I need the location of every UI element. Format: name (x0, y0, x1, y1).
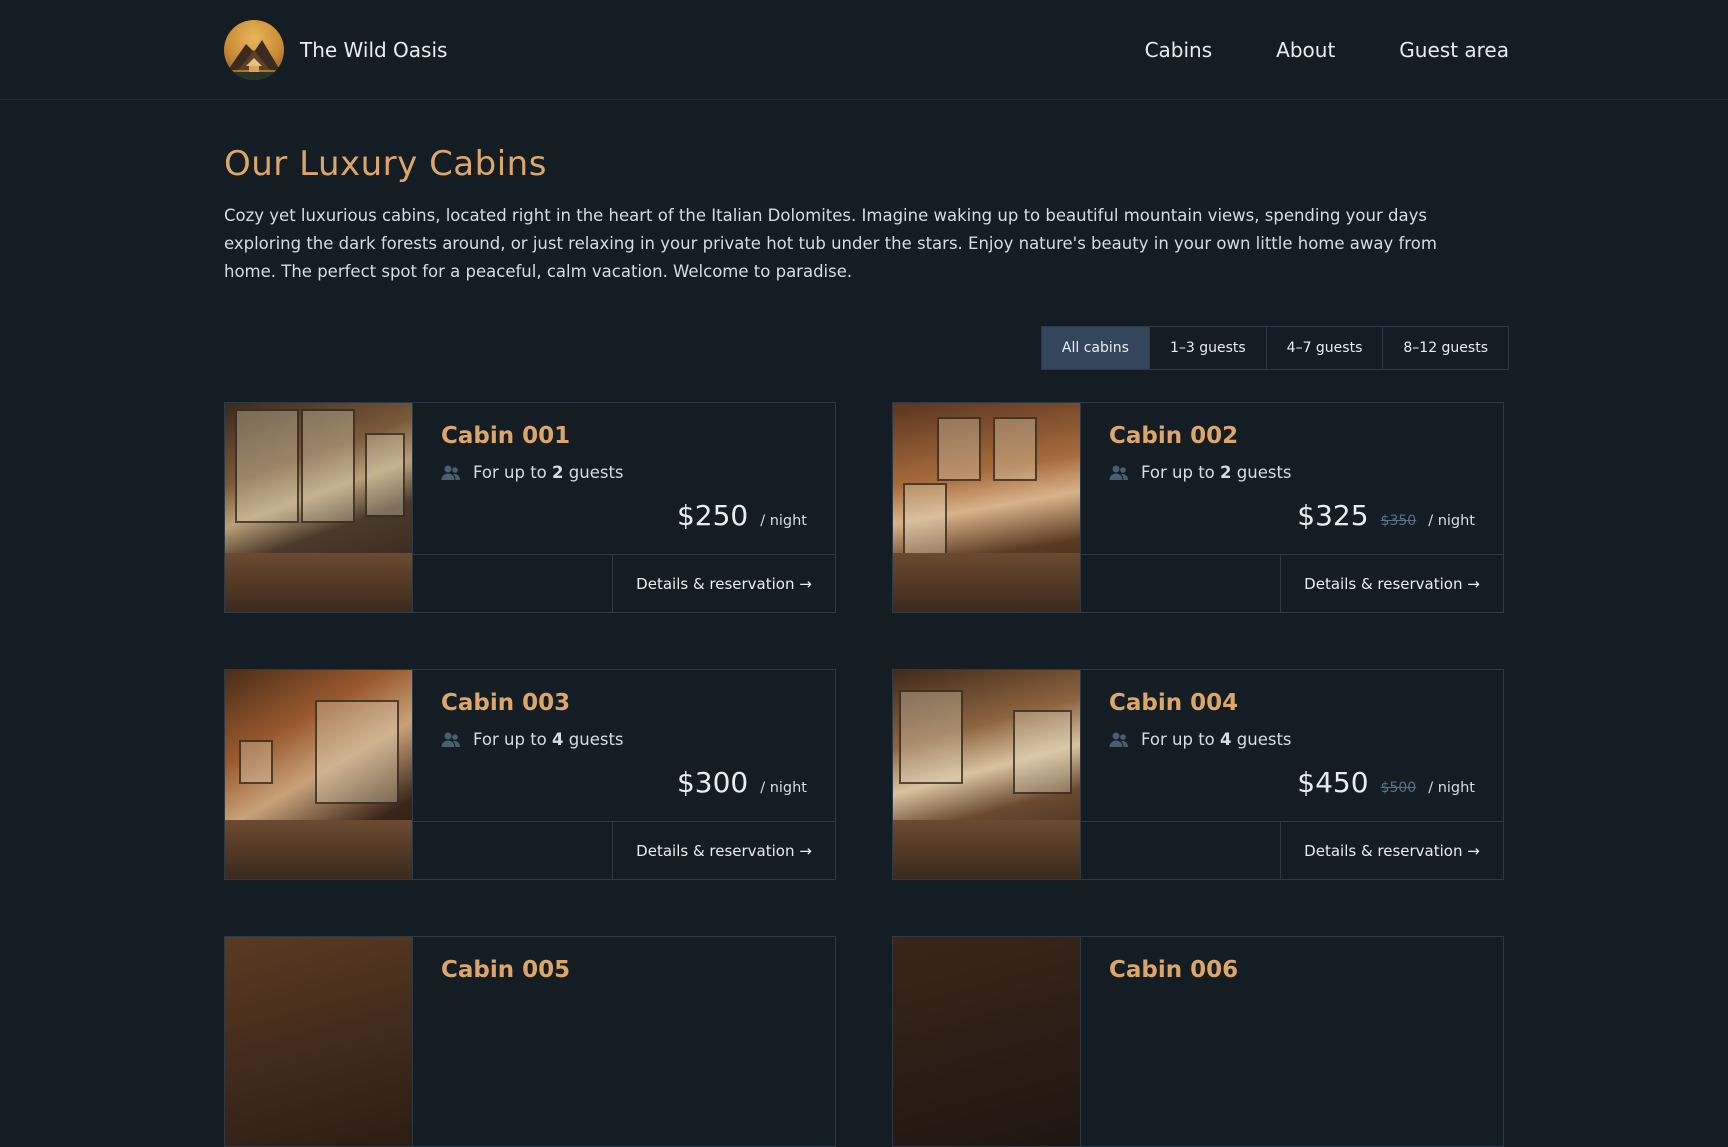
per-night-label: / night (1428, 513, 1475, 529)
nav-cabins[interactable]: Cabins (1145, 38, 1213, 62)
users-icon (1109, 732, 1128, 747)
capacity-suffix: guests (568, 730, 624, 749)
main-content: Our Luxury Cabins Cozy yet luxurious cab… (0, 144, 1728, 1147)
brand[interactable]: The Wild Oasis (224, 19, 447, 80)
page-title: Our Luxury Cabins (224, 144, 547, 184)
cabin-image (893, 670, 1081, 879)
capacity-count: 2 (552, 463, 564, 482)
intro-text: Cozy yet luxurious cabins, located right… (224, 206, 1437, 281)
filter-4-7-guests[interactable]: 4–7 guests (1265, 327, 1383, 369)
price-row: $300 / night (677, 766, 807, 799)
capacity-prefix: For up to (473, 463, 547, 482)
cabin-image (893, 403, 1081, 612)
cabin-image (225, 937, 413, 1146)
price-row: $250 / night (677, 499, 807, 532)
cabin-price: $450 (1297, 766, 1369, 799)
price-row: $450 $500 / night (1297, 766, 1475, 799)
cabin-price: $300 (676, 766, 749, 799)
capacity-prefix: For up to (1141, 730, 1215, 749)
capacity-prefix: For up to (473, 730, 547, 749)
cabin-capacity: For up to 4 guests (1109, 730, 1475, 749)
details-reservation-button[interactable]: Details & reservation → (1280, 822, 1503, 879)
per-night-label: / night (1428, 780, 1475, 796)
capacity-suffix: guests (1236, 730, 1292, 749)
cabin-name: Cabin 002 (1109, 423, 1239, 449)
cabin-old-price: $350 (1380, 513, 1417, 529)
capacity-prefix: For up to (1141, 463, 1215, 482)
cabin-name: Cabin 003 (441, 690, 571, 716)
cabin-price: $250 (676, 499, 749, 532)
cabin-card: Cabin 005 (224, 936, 836, 1147)
nav-about[interactable]: About (1276, 38, 1335, 62)
cabin-name: Cabin 005 (441, 957, 571, 983)
cabin-image (225, 670, 413, 879)
cabin-name: Cabin 006 (1109, 957, 1239, 983)
users-icon (441, 465, 460, 480)
details-reservation-button[interactable]: Details & reservation → (612, 822, 835, 879)
filter-8-12-guests[interactable]: 8–12 guests (1382, 327, 1508, 369)
main-nav: Cabins About Guest area (1145, 38, 1509, 62)
cabin-name: Cabin 001 (441, 423, 571, 449)
users-icon (1109, 465, 1128, 480)
details-reservation-button[interactable]: Details & reservation → (1280, 555, 1503, 612)
filter-1-3-guests[interactable]: 1–3 guests (1148, 327, 1266, 369)
filter-all-cabins[interactable]: All cabins (1041, 327, 1149, 369)
cabin-name: Cabin 004 (1109, 690, 1239, 716)
logo-icon[interactable] (224, 19, 284, 80)
nav-guest-area[interactable]: Guest area (1399, 38, 1509, 62)
capacity-suffix: guests (568, 463, 624, 482)
cabin-card: Cabin 002 For up to 2 guests $325 $350 /… (892, 402, 1504, 613)
cabin-capacity: For up to 4 guests (441, 730, 807, 749)
cabin-card: Cabin 001 For up to 2 guests $250 / nigh… (224, 402, 836, 613)
cabin-card: Cabin 003 For up to 4 guests $300 / nigh… (224, 669, 836, 880)
capacity-suffix: guests (1236, 463, 1292, 482)
cabin-price: $325 (1297, 499, 1369, 532)
cabin-list: Cabin 001 For up to 2 guests $250 / nigh… (224, 402, 1509, 1147)
filter-row: All cabins 1–3 guests 4–7 guests 8–12 gu… (224, 326, 1509, 370)
brand-name[interactable]: The Wild Oasis (300, 38, 447, 62)
cabin-card: Cabin 006 (892, 936, 1504, 1147)
cabin-image (893, 937, 1081, 1146)
cabin-capacity: For up to 2 guests (441, 463, 807, 482)
per-night-label: / night (760, 513, 807, 529)
cabin-capacity: For up to 2 guests (1109, 463, 1475, 482)
capacity-filter: All cabins 1–3 guests 4–7 guests 8–12 gu… (1040, 326, 1509, 370)
details-reservation-button[interactable]: Details & reservation → (612, 555, 835, 612)
users-icon (441, 732, 460, 747)
capacity-count: 2 (1220, 463, 1232, 482)
cabin-old-price: $500 (1380, 780, 1417, 796)
per-night-label: / night (760, 780, 807, 796)
price-row: $325 $350 / night (1297, 499, 1475, 532)
capacity-count: 4 (552, 730, 564, 749)
site-header: The Wild Oasis Cabins About Guest area (0, 0, 1728, 100)
cabin-card: Cabin 004 For up to 4 guests $450 $500 /… (892, 669, 1504, 880)
cabin-image (225, 403, 413, 612)
capacity-count: 4 (1220, 730, 1232, 749)
